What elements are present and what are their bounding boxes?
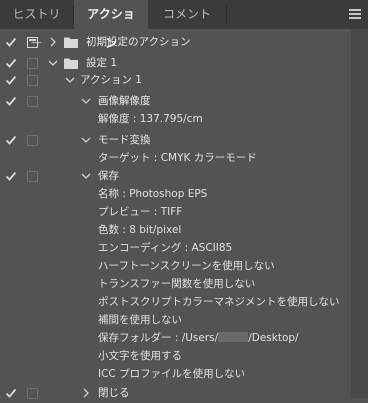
step-param: 小文字を使用する	[0, 347, 351, 366]
dialog-toggle-icon[interactable]	[27, 96, 38, 107]
step-param: 保存フォルダー : /Users/ /Desktop/	[0, 329, 351, 348]
step-image-resolution[interactable]: 画像解像度	[0, 92, 351, 111]
tab-divider	[226, 6, 227, 23]
folder-icon	[64, 58, 78, 69]
tab-actions[interactable]: アクション	[74, 0, 148, 50]
dialog-toggle-icon[interactable]	[27, 388, 38, 399]
param-text: 小文字を使用する	[98, 350, 182, 362]
chevron-down-icon[interactable]	[81, 96, 91, 106]
step-label: 保存	[98, 170, 119, 182]
actions-list: 初期設定のアクション 設定 1 アクション 1 画像解像度 解像度 : 137.…	[0, 29, 368, 399]
step-save[interactable]: 保存	[0, 167, 351, 186]
save-folder-suffix: /Desktop/	[248, 332, 299, 344]
chevron-right-icon[interactable]	[81, 388, 91, 398]
param-text: トランスファー関数を使用しない	[98, 278, 256, 290]
dialog-toggle-icon[interactable]	[27, 58, 38, 69]
step-param: 色数 : 8 bit/pixel	[0, 221, 351, 240]
step-param: ターゲット : CMYK カラーモード	[0, 149, 351, 168]
step-param: プレビュー : TIFF	[0, 203, 351, 222]
param-text: ターゲット : CMYK カラーモード	[98, 152, 257, 164]
chevron-down-icon[interactable]	[48, 58, 58, 68]
action-label: アクション 1	[80, 74, 142, 86]
scrollbar[interactable]	[351, 29, 368, 398]
param-text: 保存フォルダー : /Users/ /Desktop/	[98, 329, 299, 348]
step-param: トランスファー関数を使用しない	[0, 275, 351, 294]
check-icon[interactable]	[5, 170, 17, 182]
param-text: 解像度 : 137.795/cm	[98, 113, 203, 125]
check-icon[interactable]	[5, 74, 17, 86]
step-param: 補間を使用しない	[0, 311, 351, 330]
tab-history[interactable]: ヒストリー	[0, 0, 73, 50]
chevron-down-icon[interactable]	[81, 171, 91, 181]
param-text: ハーフトーンスクリーンを使用しない	[98, 260, 275, 272]
check-icon[interactable]	[5, 36, 17, 48]
check-icon[interactable]	[5, 95, 17, 107]
panel-menu-icon[interactable]	[349, 9, 361, 19]
action-1[interactable]: アクション 1	[0, 71, 351, 90]
step-param: 名称 : Photoshop EPS	[0, 185, 351, 204]
step-param: ハーフトーンスクリーンを使用しない	[0, 257, 351, 276]
action-set-label: 初期設定のアクション	[86, 36, 191, 48]
step-label: モード変換	[98, 134, 151, 146]
dialog-toggle-icon[interactable]	[27, 135, 38, 146]
param-text: エンコーディング : ASCII85	[98, 242, 233, 254]
chevron-down-icon[interactable]	[81, 135, 91, 145]
folder-icon	[64, 37, 78, 48]
save-folder-prefix: 保存フォルダー : /Users/	[98, 332, 219, 344]
step-mode-change[interactable]: モード変換	[0, 131, 351, 150]
param-text: 補間を使用しない	[98, 314, 182, 326]
step-param: ICC プロファイルを使用しない	[0, 365, 351, 384]
param-text: 名称 : Photoshop EPS	[98, 188, 208, 200]
dialog-toggle-icon[interactable]	[27, 75, 38, 86]
dialog-toggle-icon[interactable]	[27, 171, 38, 182]
step-param: ポストスクリプトカラーマネジメントを使用しない	[0, 293, 351, 312]
step-label: 閉じる	[98, 387, 130, 399]
step-close[interactable]: 閉じる	[0, 384, 351, 403]
redacted-username	[218, 332, 249, 342]
check-icon[interactable]	[5, 387, 17, 399]
tab-comments[interactable]: コメント	[148, 0, 226, 29]
dialog-toggle-icon[interactable]	[27, 37, 38, 48]
chevron-down-icon[interactable]	[65, 75, 75, 85]
check-icon[interactable]	[5, 57, 17, 69]
step-param: エンコーディング : ASCII85	[0, 239, 351, 258]
check-icon[interactable]	[5, 134, 17, 146]
param-text: ポストスクリプトカラーマネジメントを使用しない	[98, 296, 340, 308]
param-text: 色数 : 8 bit/pixel	[98, 224, 182, 236]
action-set-default[interactable]: 初期設定のアクション	[0, 33, 351, 52]
tab-bar: ヒストリー アクション コメント	[0, 0, 368, 50]
step-label: 画像解像度	[98, 95, 151, 107]
chevron-right-icon[interactable]	[48, 37, 58, 47]
param-text: プレビュー : TIFF	[98, 206, 183, 218]
step-param: 解像度 : 137.795/cm	[0, 110, 351, 129]
param-text: ICC プロファイルを使用しない	[98, 368, 246, 380]
